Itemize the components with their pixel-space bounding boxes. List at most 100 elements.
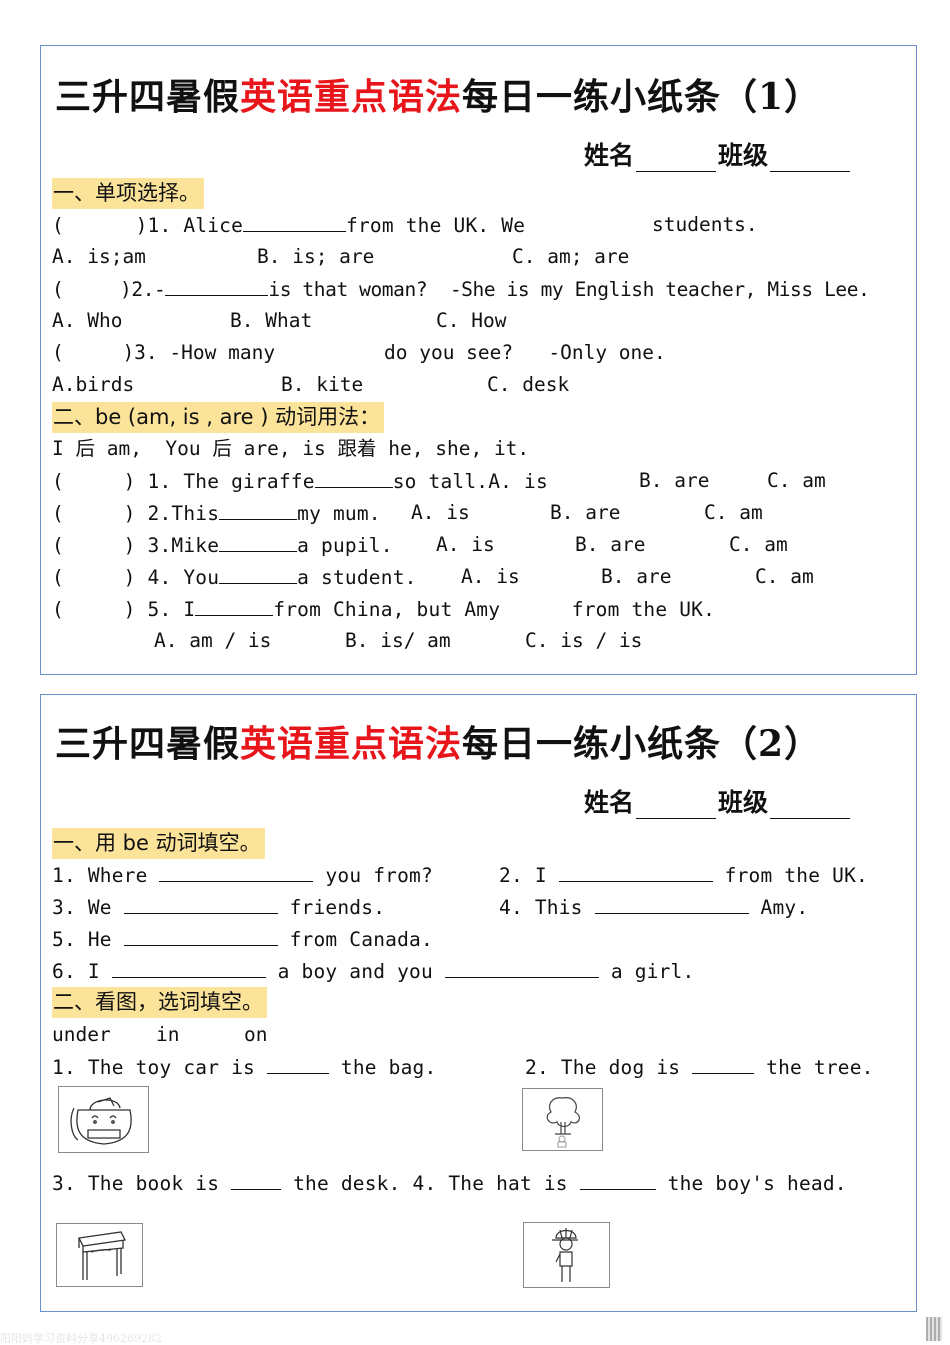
answer-blank[interactable] (594, 894, 749, 914)
answer-blank[interactable] (123, 926, 278, 946)
question-text: students. (652, 213, 758, 236)
be-question-4: ( ) 4. You a student. (52, 564, 417, 591)
question-text: from the UK. (724, 864, 868, 887)
question-text: 3. The book is (52, 1172, 220, 1195)
question-text: a pupil. (297, 534, 393, 557)
worksheet-card-1: 三升四暑假英语重点语法每日一练小纸条（1） 姓名 班级 一、单项选择。 ( )1… (40, 45, 917, 675)
answer-blank[interactable] (159, 862, 314, 882)
option-c: C. am (755, 565, 814, 588)
bag-icon (69, 1096, 132, 1145)
name-blank[interactable] (635, 144, 716, 172)
fill-item-6: 6. I a boy and you a girl. (52, 958, 694, 985)
worksheet-title: 三升四暑假英语重点语法每日一练小纸条（2） (55, 715, 821, 767)
question-3: ( )3. -How many (52, 341, 276, 364)
option-b: B. kite (281, 373, 364, 396)
option-a: A.birds (52, 373, 135, 396)
section-heading: 二、看图，选词填空。 (52, 987, 267, 1018)
option-a: A. is (436, 533, 495, 556)
option-a: A. am / is (154, 629, 272, 652)
answer-blank[interactable] (579, 1170, 656, 1190)
question-text: the desk. (293, 1172, 401, 1195)
watermark-text: 阳阳妈学习资料分享496269282 (0, 1332, 162, 1345)
question-text: from China, but Amy from the UK. (273, 598, 716, 621)
question-text: ( ) 2.This (52, 502, 220, 525)
question-text: ( )1. Alice (52, 214, 244, 237)
answer-blank[interactable] (314, 468, 393, 488)
option-b: B. is; are (257, 245, 375, 268)
answer-blank[interactable] (219, 500, 298, 520)
option-b: B. are (601, 565, 672, 588)
option-a: A. is (411, 501, 470, 524)
answer-blank[interactable] (165, 276, 269, 296)
option-c: C. am (729, 533, 788, 556)
answer-blank[interactable] (111, 958, 266, 978)
hat-on-boy-image (523, 1222, 610, 1288)
answer-blank[interactable] (231, 1170, 282, 1190)
option-a: A. is;am (52, 245, 146, 268)
fill-item-4: 4. This Amy. (499, 894, 808, 921)
picture-item-3: 3. The book is the desk. 4. The hat is t… (52, 1170, 847, 1197)
question-text: from Canada. (289, 928, 433, 951)
answer-blank[interactable] (219, 532, 298, 552)
question-text: 2. I (499, 864, 547, 887)
dog-under-tree-image (522, 1088, 603, 1151)
title-prefix: 三升四暑假 (55, 76, 241, 118)
section-heading: 二、be (am, is , are ) 动词用法： (52, 402, 385, 433)
question-text: a girl. (610, 960, 695, 983)
be-question-2: ( ) 2.This my mum. (52, 500, 381, 527)
section-heading: 一、用 be 动词填空。 (52, 828, 265, 859)
question-text: 3. We (52, 896, 112, 919)
question-text: is that woman? -She is my English teache… (268, 278, 870, 301)
option-c: C. am; are (512, 245, 630, 268)
answer-blank[interactable] (195, 596, 274, 616)
answer-blank[interactable] (243, 212, 347, 232)
name-label: 姓名 (583, 788, 634, 817)
dog-icon (557, 1135, 566, 1147)
answer-blank[interactable] (444, 958, 599, 978)
fill-item-1: 1. Where you from? (52, 862, 433, 889)
question-text: 1. Where (52, 864, 148, 887)
picture-item-2: 2. The dog is the tree. (525, 1054, 874, 1081)
question-text: 6. I (52, 960, 100, 983)
answer-blank[interactable] (558, 862, 713, 882)
question-text: friends. (289, 896, 386, 919)
question-text: ( ) 4. You (52, 566, 220, 589)
name-blank[interactable] (635, 791, 716, 819)
qr-code-icon[interactable] (926, 1317, 942, 1341)
class-blank[interactable] (770, 144, 850, 172)
question-2: ( )2.- is that woman? -She is my English … (52, 276, 870, 303)
option-a: A. is (461, 565, 520, 588)
question-1: ( )1. Alice from the UK. We (52, 212, 525, 239)
class-label: 班级 (717, 788, 768, 817)
option-b: B. is/ am (345, 629, 451, 652)
worksheet-title: 三升四暑假英语重点语法每日一练小纸条（1） (55, 68, 821, 120)
question-text: from the UK. We (346, 214, 526, 237)
answer-blank[interactable] (219, 564, 298, 584)
question-text: a boy and you (277, 960, 433, 983)
question-text: the tree. (766, 1056, 874, 1079)
question-text: ( )2.- (52, 278, 166, 301)
answer-blank[interactable] (692, 1054, 755, 1074)
title-suffix: 每日一练小纸条（1） (462, 76, 822, 118)
name-class-row: 姓名 班级 (584, 136, 852, 172)
answer-blank[interactable] (123, 894, 278, 914)
question-text: ( ) 1. The giraffe (52, 470, 315, 493)
question-text: so tall. (392, 470, 489, 493)
section-heading: 一、单项选择。 (52, 178, 204, 209)
word-bank-in: in (156, 1023, 180, 1046)
question-text: the bag. (340, 1056, 437, 1079)
question-text: 2. The dog is (525, 1056, 681, 1079)
picture-item-1: 1. The toy car is the bag. (52, 1054, 436, 1081)
class-label: 班级 (717, 141, 768, 170)
option-c: C. am (704, 501, 763, 524)
option-c: C. How (436, 309, 507, 332)
question-text: the boy's head. (667, 1172, 847, 1195)
answer-blank[interactable] (266, 1054, 329, 1074)
word-bank-on: on (244, 1023, 268, 1046)
word-bank-under: under (52, 1023, 111, 1046)
question-text: 4. The hat is (412, 1172, 568, 1195)
class-blank[interactable] (770, 791, 850, 819)
title-highlight: 英语重点语法 (240, 723, 463, 765)
question-text: 5. He (52, 928, 112, 951)
option-b: B. are (639, 469, 710, 492)
